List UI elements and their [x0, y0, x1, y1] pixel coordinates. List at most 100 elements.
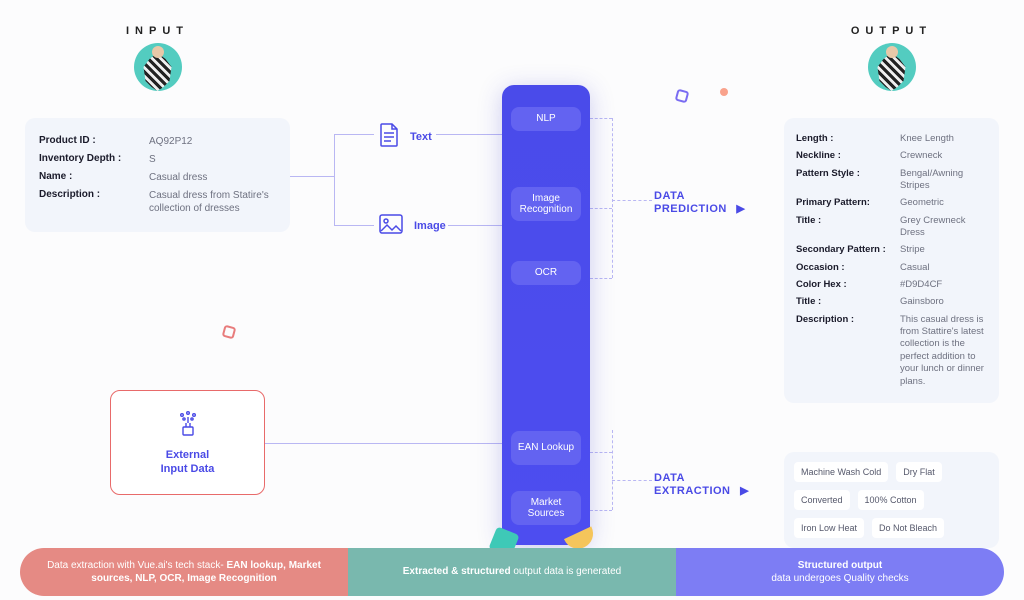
pill-market-sources: Market Sources: [511, 491, 581, 525]
connector-dashed: [612, 430, 613, 510]
output-key: Pattern Style :: [796, 168, 900, 193]
pill-ocr: OCR: [511, 261, 581, 285]
mid-image-node: Image: [378, 213, 446, 238]
banner-segment-extraction: Data extraction with Vue.ai's tech stack…: [20, 548, 348, 596]
input-desc-key: Description :: [39, 189, 149, 215]
input-product-avatar: [134, 43, 182, 91]
output-column-header: OUTPUT: [784, 25, 999, 91]
extraction-tag: Iron Low Heat: [794, 518, 864, 538]
output-row: Title :Grey Crewneck Dress: [796, 215, 987, 240]
output-product-avatar: [868, 43, 916, 91]
input-title: INPUT: [25, 25, 290, 37]
connector: [448, 225, 502, 226]
input-productid-val: AQ92P12: [149, 135, 276, 148]
output-key: Neckline :: [796, 150, 900, 162]
decor-diamond-purple: [676, 90, 688, 102]
external-input-label: External Input Data: [161, 448, 215, 477]
output-key: Secondary Pattern :: [796, 244, 900, 256]
bottom-banner: Data extraction with Vue.ai's tech stack…: [20, 548, 1004, 596]
banner-right-b: Structured output: [798, 560, 882, 571]
banner-segment-structured: Extracted & structured output data is ge…: [348, 548, 676, 596]
output-value: Stripe: [900, 244, 987, 256]
input-desc-val: Casual dress from Statire's collection o…: [149, 189, 276, 215]
output-row: Neckline :Crewneck: [796, 150, 987, 162]
output-key: Title :: [796, 215, 900, 240]
output-key: Title :: [796, 296, 900, 308]
connector: [334, 134, 335, 226]
flow-prediction-text: DATA PREDICTION: [654, 190, 727, 215]
flow-data-prediction: DATA PREDICTION ▶: [654, 190, 745, 216]
connector: [334, 134, 374, 135]
connector-dashed: [590, 118, 612, 119]
input-name-val: Casual dress: [149, 171, 276, 184]
output-row: Title :Gainsboro: [796, 296, 987, 308]
banner-left-bold: EAN lookup, Market sources, NLP, OCR, Im…: [91, 560, 321, 585]
banner-mid-rest: output data is generated: [511, 566, 622, 577]
arrow-right-icon: ▶: [740, 485, 749, 498]
pill-image-recognition: Image Recognition: [511, 187, 581, 221]
external-input-card: External Input Data: [110, 390, 265, 495]
output-card: Length :Knee LengthNeckline :CrewneckPat…: [784, 118, 999, 403]
decor-diamond-red: [223, 326, 235, 338]
connector-dashed: [590, 278, 612, 279]
connector-dashed: [612, 200, 652, 201]
input-name-key: Name :: [39, 171, 149, 184]
extraction-tag: Converted: [794, 490, 850, 510]
output-value: Crewneck: [900, 150, 987, 162]
output-value: Gainsboro: [900, 296, 987, 308]
banner-mid-b1: Extracted &: [403, 566, 459, 577]
connector: [334, 225, 374, 226]
output-title: OUTPUT: [784, 25, 999, 37]
connector-dashed: [612, 480, 652, 481]
connector: [265, 443, 502, 444]
connector: [290, 176, 334, 177]
mid-text-label: Text: [410, 131, 432, 143]
extraction-tags-card: Machine Wash ColdDry FlatConverted100% C…: [784, 452, 999, 548]
output-value: This casual dress is from Stattire's lat…: [900, 314, 987, 388]
output-row: Occasion :Casual: [796, 262, 987, 274]
center-processing-bar: NLP Image Recognition OCR EAN Lookup Mar…: [502, 85, 590, 545]
mid-image-label: Image: [414, 220, 446, 232]
output-key: Color Hex :: [796, 279, 900, 291]
pill-nlp: NLP: [511, 107, 581, 131]
output-row: Description :This casual dress is from S…: [796, 314, 987, 388]
extraction-tag: Dry Flat: [896, 462, 942, 482]
output-value: Grey Crewneck Dress: [900, 215, 987, 240]
mid-text-node: Text: [378, 122, 432, 151]
output-value: Knee Length: [900, 133, 987, 145]
input-productid-key: Product ID :: [39, 135, 149, 148]
output-row: Length :Knee Length: [796, 133, 987, 145]
output-value: Geometric: [900, 197, 987, 209]
connector-dashed: [590, 452, 612, 453]
flow-extraction-text: DATA EXTRACTION: [654, 472, 731, 497]
banner-mid-text: Extracted & structured output data is ge…: [403, 565, 621, 579]
banner-mid-b2: structured: [461, 566, 510, 577]
output-key: Occasion :: [796, 262, 900, 274]
decor-dot: [720, 88, 728, 96]
connector-dashed: [590, 208, 612, 209]
input-column-header: INPUT: [25, 25, 290, 91]
connector: [436, 134, 502, 135]
output-row: Pattern Style :Bengal/Awning Stripes: [796, 168, 987, 193]
output-row: Primary Pattern:Geometric: [796, 197, 987, 209]
output-row: Color Hex :#D9D4CF: [796, 279, 987, 291]
output-value: Casual: [900, 262, 987, 274]
output-value: Bengal/Awning Stripes: [900, 168, 987, 193]
output-row: Secondary Pattern :Stripe: [796, 244, 987, 256]
extraction-tag: Do Not Bleach: [872, 518, 944, 538]
extraction-tag: Machine Wash Cold: [794, 462, 888, 482]
connector-dashed: [612, 118, 613, 278]
banner-right-text: Structured output data undergoes Quality …: [771, 559, 908, 586]
connector-dashed: [590, 510, 612, 511]
document-icon: [378, 122, 400, 151]
pill-ean-lookup: EAN Lookup: [511, 431, 581, 465]
flow-data-extraction: DATA EXTRACTION ▶: [654, 472, 749, 498]
banner-left-text: Data extraction with Vue.ai's tech stack…: [40, 559, 328, 586]
output-key: Description :: [796, 314, 900, 388]
banner-segment-quality: Structured output data undergoes Quality …: [676, 548, 1004, 596]
database-cluster-icon: [173, 409, 203, 442]
input-card: Product ID :AQ92P12 Inventory Depth :S N…: [25, 118, 290, 232]
input-inventory-val: S: [149, 153, 276, 166]
banner-right-rest: data undergoes Quality checks: [771, 573, 908, 584]
arrow-right-icon: ▶: [736, 203, 745, 216]
